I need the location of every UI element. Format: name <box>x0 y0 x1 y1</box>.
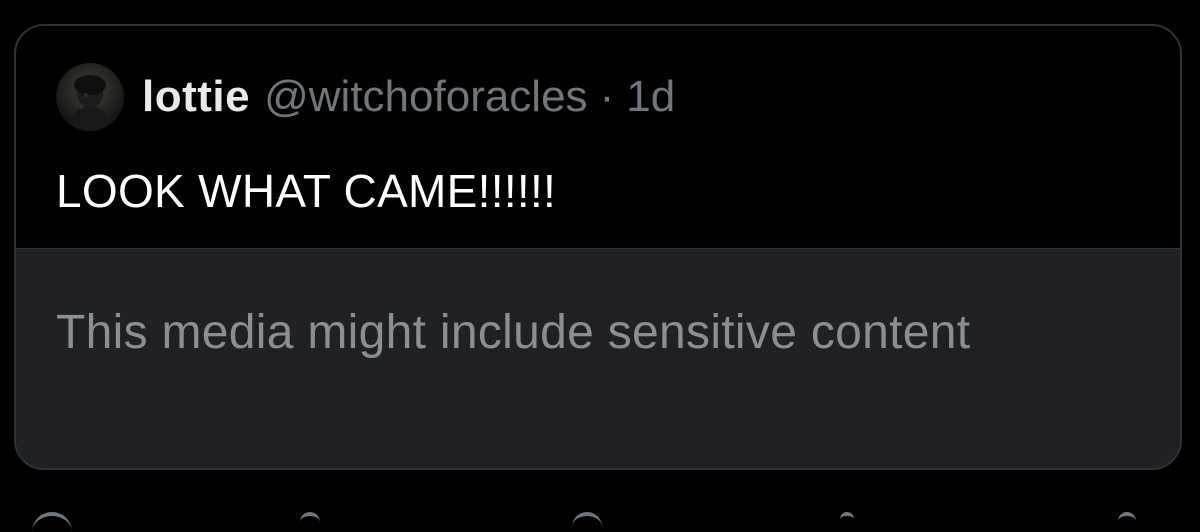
share-icon[interactable] <box>1118 512 1136 532</box>
separator-dot: · <box>599 72 615 121</box>
sensitive-media-placeholder[interactable]: This media might include sensitive conte… <box>16 248 1180 468</box>
timestamp[interactable]: 1d <box>626 72 675 122</box>
retweet-icon[interactable] <box>300 512 320 532</box>
display-name[interactable]: lottie <box>142 72 250 122</box>
avatar[interactable] <box>56 63 124 131</box>
tweet-text: LOOK WHAT CAME!!!!!! <box>56 165 557 217</box>
avatar-image <box>66 75 114 131</box>
reply-icon[interactable] <box>32 512 72 532</box>
tweet-action-bar <box>0 500 1200 523</box>
quoted-tweet-card[interactable]: lottie @witchoforacles · 1d LOOK WHAT CA… <box>14 24 1182 470</box>
sensitive-content-warning: This media might include sensitive conte… <box>56 306 971 359</box>
user-handle[interactable]: @witchoforacles <box>264 72 587 122</box>
tweet-header: lottie @witchoforacles · 1d <box>56 62 675 132</box>
views-icon[interactable] <box>840 512 854 532</box>
like-icon[interactable] <box>572 512 602 532</box>
